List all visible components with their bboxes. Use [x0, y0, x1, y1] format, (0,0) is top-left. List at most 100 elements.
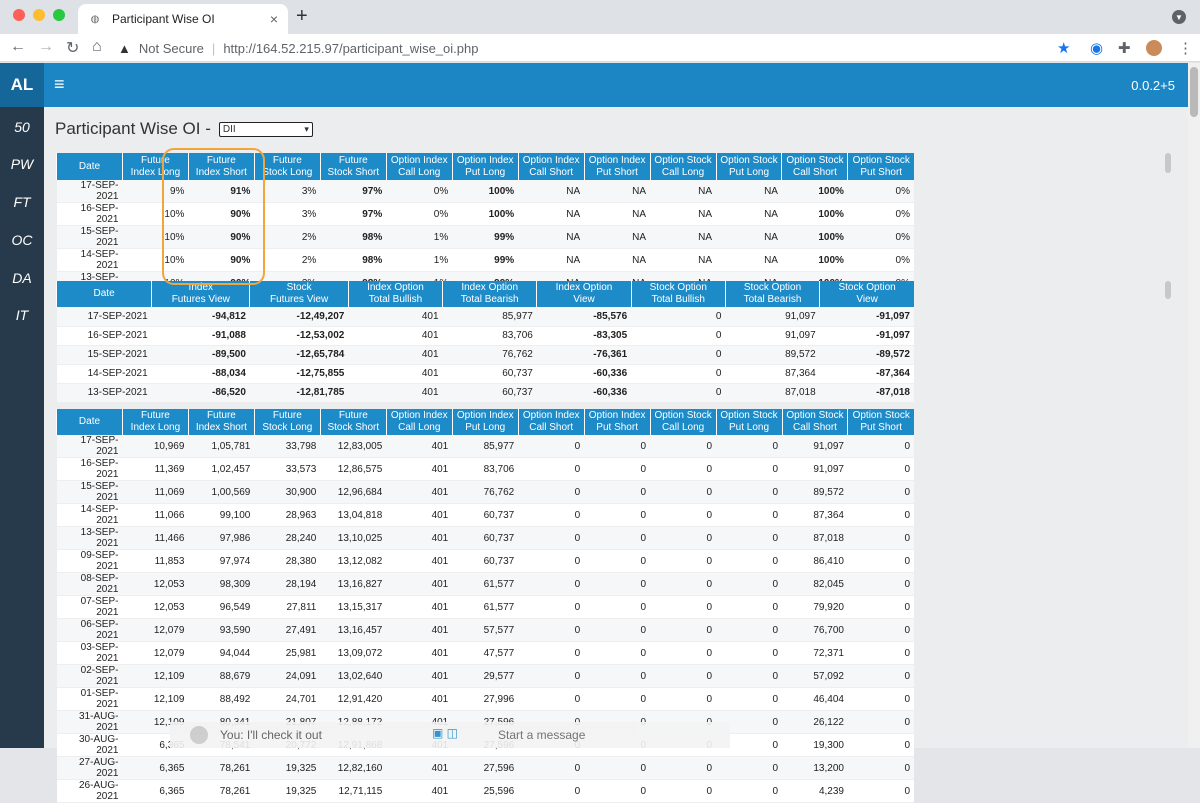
table-row: 07-SEP-2021 12,053 96,549 27,811 13,15,317 40…	[56, 595, 914, 619]
value-cell: 0	[716, 779, 783, 803]
table-scrollbar[interactable]	[1165, 281, 1171, 299]
value-cell: 12,91,420	[320, 687, 387, 711]
column-header-line: Option Index	[588, 154, 646, 166]
value-cell: 0	[847, 687, 914, 711]
sidebar-item-50[interactable]: 50	[0, 119, 44, 135]
value-cell: 13,12,082	[320, 549, 387, 573]
value-cell: 0	[650, 572, 717, 596]
puzzle-icon[interactable]: ✚	[1118, 39, 1131, 57]
column-header-line: Put Long	[728, 166, 770, 178]
value-cell: 89,572	[725, 345, 820, 365]
value-cell: 97%	[320, 180, 387, 203]
minimize-window-button[interactable]	[33, 9, 45, 21]
value-cell: 401	[348, 345, 443, 365]
reload-icon[interactable]: ↻	[66, 38, 79, 58]
value-cell: 13,04,818	[320, 503, 387, 527]
sidebar-item-da[interactable]: DA	[0, 270, 44, 286]
column-header-line: Stock Option	[649, 282, 707, 293]
address-bar[interactable]: ▲ Not Secure | http://164.52.215.97/part…	[118, 36, 1078, 60]
sidebar-item-oc[interactable]: OC	[0, 232, 44, 248]
date-cell: 06-SEP-2021	[56, 618, 123, 642]
hamburger-menu-icon[interactable]: ≡	[54, 74, 65, 95]
value-cell: 12,079	[122, 641, 189, 665]
column-header-line: Put Long	[465, 422, 506, 433]
value-cell: 60,737	[442, 383, 537, 403]
column-header: Option Index Call Short	[517, 153, 585, 180]
value-cell: 1,00,569	[188, 480, 255, 504]
column-header-line: Future	[206, 154, 236, 166]
sidebar-item-ft[interactable]: FT	[0, 194, 44, 210]
column-header-line: Total Bearish	[460, 294, 519, 305]
percentage-table: Date Future Index Long Future Index Short Fut…	[56, 153, 914, 295]
value-cell: 0	[631, 307, 726, 327]
value-cell: 0%	[386, 180, 453, 203]
value-cell: 0	[847, 595, 914, 619]
value-cell: 0	[650, 641, 717, 665]
more-menu-icon[interactable]: ⋮	[1178, 39, 1193, 57]
value-cell: 0	[518, 595, 585, 619]
value-cell: 1%	[386, 248, 453, 272]
value-cell: 46,404	[782, 687, 848, 711]
value-cell: 88,679	[188, 664, 255, 688]
home-icon[interactable]: ⌂	[92, 38, 102, 56]
value-cell: 85,977	[442, 307, 537, 327]
new-tab-button[interactable]: +	[296, 5, 308, 28]
table-scrollbar[interactable]	[1165, 153, 1171, 173]
close-tab-icon[interactable]: ×	[270, 11, 278, 27]
bookmark-star-icon[interactable]: ★	[1057, 39, 1070, 57]
value-cell: NA	[716, 202, 782, 226]
value-cell: 0	[518, 435, 585, 458]
value-cell: 91,097	[782, 457, 848, 481]
value-cell: 100%	[452, 202, 519, 226]
table-row: 02-SEP-2021 12,109 88,679 24,091 13,02,640 40…	[56, 664, 914, 688]
brand-logo[interactable]: AL	[0, 63, 44, 107]
divider: |	[211, 40, 216, 56]
value-cell: 87,018	[782, 526, 848, 550]
column-header: Option Stock Put Short	[847, 153, 914, 180]
profile-avatar-icon[interactable]	[1146, 40, 1162, 56]
value-cell: 99%	[452, 248, 519, 272]
value-cell: 0	[847, 733, 914, 757]
value-cell: 100%	[781, 248, 848, 272]
value-cell: 0	[716, 664, 783, 688]
extension-icon[interactable]: ◉	[1090, 39, 1103, 57]
image-icon[interactable]: ▣ ◫	[432, 726, 458, 740]
page-scrollbar[interactable]	[1188, 63, 1200, 748]
column-header-line: Total Bullish	[651, 294, 705, 305]
value-cell: 85,977	[452, 435, 519, 458]
value-cell: 11,069	[122, 480, 189, 504]
column-header-line: Option Stock	[654, 410, 712, 421]
table-row: 15-SEP-2021 10% 90% 2% 98% 1% 99% NA NA NA NA 100% 0…	[56, 225, 914, 249]
value-cell: -12,81,785	[249, 383, 349, 403]
participant-select[interactable]: DII ▾	[218, 121, 313, 137]
back-icon[interactable]: ←	[10, 38, 26, 56]
sidebar-item-pw[interactable]: PW	[0, 156, 44, 172]
date-cell: 17-SEP-2021	[56, 435, 123, 458]
sidebar-item-it[interactable]: IT	[0, 307, 44, 323]
date-cell: 14-SEP-2021	[56, 503, 123, 527]
value-cell: 88,492	[188, 687, 255, 711]
date-cell: 27-AUG-2021	[56, 756, 123, 780]
value-cell: -60,336	[536, 364, 632, 384]
close-window-button[interactable]	[13, 9, 25, 21]
chevron-down-icon[interactable]: ▼	[1172, 10, 1186, 24]
chevron-down-icon: ▾	[304, 123, 309, 134]
version-label: 0.0.2+5	[1131, 78, 1175, 93]
value-cell: 12,053	[122, 595, 189, 619]
value-cell: 0	[650, 779, 717, 803]
value-cell: 0	[716, 480, 783, 504]
browser-toolbar: ← → ↻ ⌂ ▲ Not Secure | http://164.52.215…	[0, 34, 1200, 62]
maximize-window-button[interactable]	[53, 9, 65, 21]
message-input[interactable]: Start a message	[498, 728, 585, 742]
column-header-line: Put Short	[860, 166, 903, 178]
column-header: Option Stock Put Long	[715, 153, 782, 180]
forward-icon[interactable]: →	[38, 38, 54, 56]
value-cell: 12,109	[122, 687, 189, 711]
browser-tab[interactable]: ◍ Participant Wise OI ×	[78, 4, 288, 34]
message-bar: You: I'll check it out ▣ ◫ Start a messa…	[170, 722, 730, 748]
column-header-line: Index Long	[130, 166, 181, 178]
scrollbar-thumb[interactable]	[1190, 67, 1198, 117]
value-cell: 401	[386, 526, 453, 550]
value-cell: 10,969	[122, 435, 189, 458]
value-cell: 97%	[320, 202, 387, 226]
